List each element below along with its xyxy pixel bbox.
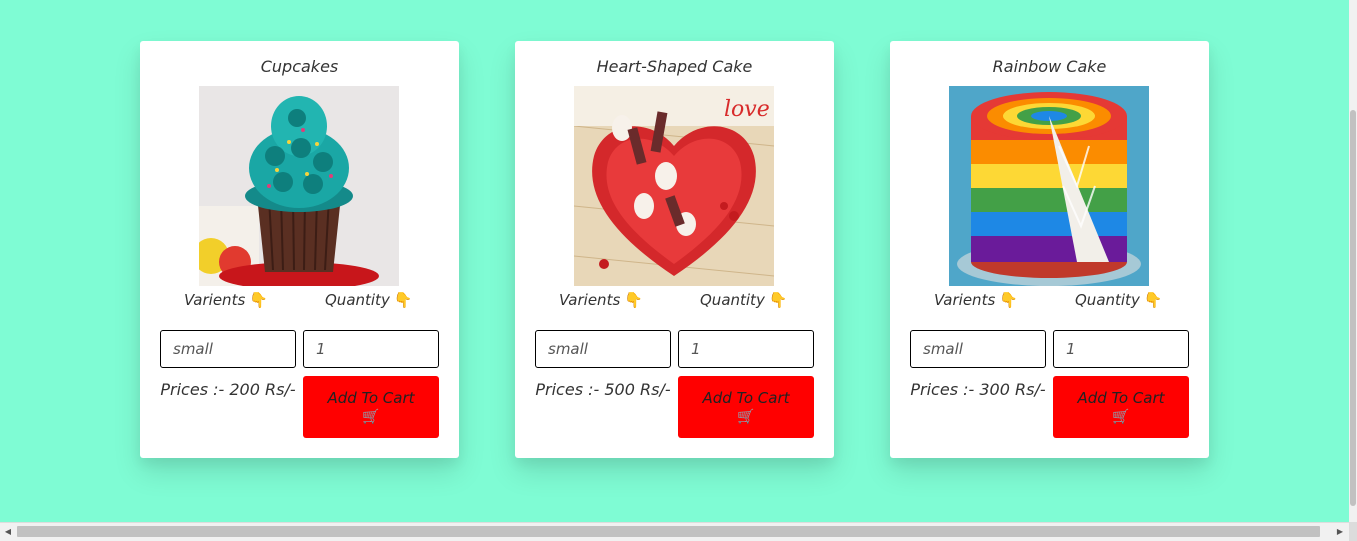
varients-label: Varients 👇: [184, 291, 268, 309]
add-to-cart-button[interactable]: Add To Cart 🛒: [303, 376, 439, 438]
quantity-input[interactable]: [303, 330, 439, 368]
pointing-down-hand-icon: 👇: [999, 291, 1018, 309]
scrollbar-corner: [1349, 522, 1357, 541]
quantity-input[interactable]: [678, 330, 814, 368]
pointing-down-hand-icon: 👇: [768, 291, 788, 309]
svg-text:love: love: [724, 97, 770, 122]
variant-input[interactable]: [160, 330, 296, 368]
quantity-label: Quantity 👇: [325, 291, 413, 309]
quantity-input[interactable]: [1053, 330, 1189, 368]
product-card-cupcakes: Cupcakes Varients 👇 Quantity 👇 small 1 P…: [140, 41, 459, 458]
cart-icon: 🛒: [737, 409, 755, 425]
variant-input[interactable]: [535, 330, 671, 368]
horizontal-scrollbar[interactable]: ◀ ▶: [0, 522, 1357, 541]
pointing-down-hand-icon: 👇: [393, 291, 413, 309]
cart-icon: 🛒: [362, 409, 380, 425]
product-grid: Cupcakes Varients 👇 Quantity 👇 small 1 P…: [140, 41, 1209, 458]
pointing-down-hand-icon: 👇: [1143, 291, 1163, 309]
product-card-rainbow-cake: Rainbow Cake Varients 👇 Quantity 👇 small…: [890, 41, 1209, 458]
add-to-cart-button[interactable]: Add To Cart 🛒: [1053, 376, 1189, 438]
vertical-scrollbar[interactable]: [1349, 0, 1357, 522]
pointing-down-hand-icon: 👇: [624, 291, 643, 309]
product-card-heart-shaped-cake: Heart-Shaped Cake love Varients 👇 Quanti…: [515, 41, 834, 458]
varients-label: Varients 👇: [934, 291, 1018, 309]
pointing-down-hand-icon: 👇: [249, 291, 268, 309]
product-image-heart-cake: love: [574, 86, 774, 286]
product-image-cupcake: [199, 86, 399, 286]
price-text: Prices :- 300 Rs/-: [910, 380, 1046, 399]
variant-input[interactable]: [910, 330, 1046, 368]
quantity-label: Quantity 👇: [700, 291, 788, 309]
product-title: Cupcakes: [260, 57, 339, 76]
horizontal-scroll-thumb[interactable]: [17, 526, 1320, 537]
product-image-rainbow-cake: [949, 86, 1149, 286]
price-text: Prices :- 200 Rs/-: [160, 380, 296, 399]
product-title: Heart-Shaped Cake: [596, 57, 753, 76]
price-text: Prices :- 500 Rs/-: [535, 380, 671, 399]
quantity-label: Quantity 👇: [1075, 291, 1163, 309]
product-title: Rainbow Cake: [992, 57, 1107, 76]
scroll-left-arrow-icon[interactable]: ◀: [3, 527, 13, 537]
add-to-cart-button[interactable]: Add To Cart 🛒: [678, 376, 814, 438]
scroll-right-arrow-icon[interactable]: ▶: [1335, 527, 1345, 537]
varients-label: Varients 👇: [559, 291, 643, 309]
cart-icon: 🛒: [1112, 409, 1130, 425]
vertical-scroll-thumb[interactable]: [1350, 110, 1356, 506]
